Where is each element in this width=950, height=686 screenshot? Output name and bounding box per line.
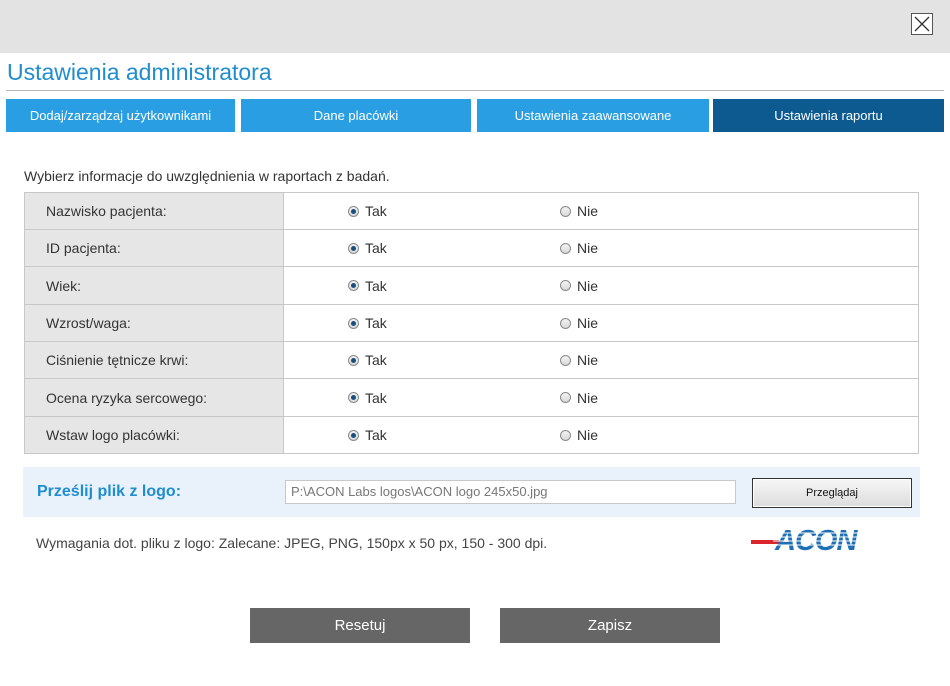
radio-no[interactable] [560,429,571,441]
option-label: Nie [577,277,599,294]
dialog-title-bar [0,0,950,53]
table-row: Wiek: Tak Nie [24,266,919,305]
option-label: Nie [577,352,599,368]
radio-no[interactable] [560,317,571,329]
field-options: Tak Nie [283,341,919,379]
option-label: Nie [577,203,599,219]
field-options: Tak Nie [283,192,919,230]
tab-facility-data[interactable]: Dane placówki [241,99,471,132]
radio-yes[interactable] [348,392,359,403]
option-no[interactable]: Nie [560,278,598,294]
table-row: Wstaw logo placówki: Tak Nie [24,416,919,454]
option-label: Tak [365,203,387,219]
table-row: ID pacjenta: Tak Nie [24,229,919,267]
field-label: Nazwisko pacjenta: [24,192,284,230]
reset-button[interactable]: Resetuj [250,608,470,643]
radio-yes[interactable] [348,205,359,217]
acon-logo: ACON [751,525,877,554]
option-label: Tak [365,277,387,294]
svg-text:ACON: ACON [774,525,858,554]
option-no[interactable]: Nie [560,315,598,331]
radio-no[interactable] [560,354,571,366]
option-label: Tak [365,240,387,256]
field-options: Tak Nie [283,416,919,454]
option-label: Nie [577,427,599,443]
logo-requirements-text: Wymagania dot. pliku z logo: Zalecane: J… [36,535,548,551]
report-intro-text: Wybierz informacje do uwzględnienia w ra… [24,168,390,184]
field-label: Ocena ryzyka sercowego: [24,378,284,417]
radio-no[interactable] [560,242,571,254]
radio-yes[interactable] [348,429,359,441]
tab-report-settings[interactable]: Ustawienia raportu [713,99,944,132]
field-label: Wiek: [24,266,284,305]
table-row: Nazwisko pacjenta: Tak Nie [24,192,919,230]
option-no[interactable]: Nie [560,352,598,368]
field-label: Wzrost/waga: [24,304,284,342]
field-label: ID pacjenta: [24,229,284,267]
option-label: Tak [365,389,387,406]
radio-yes[interactable] [348,317,359,329]
tab-bar: Dodaj/zarządzaj użytkownikami Dane placó… [6,99,944,132]
option-no[interactable]: Nie [560,240,598,256]
field-label: Ciśnienie tętnicze krwi: [24,341,284,379]
logo-upload-panel: Prześlij plik z logo: P:\ACON Labs logos… [23,467,920,517]
title-divider [6,90,944,91]
option-yes[interactable]: Tak [348,315,387,331]
radio-no[interactable] [560,392,571,403]
option-label: Tak [365,427,387,443]
option-yes[interactable]: Tak [348,278,387,294]
field-options: Tak Nie [283,266,919,305]
field-options: Tak Nie [283,378,919,417]
page-title: Ustawienia administratora [7,59,272,85]
report-fields-table: Nazwisko pacjenta: Tak Nie ID pacjenta: Tak N… [24,192,919,454]
option-yes[interactable]: Tak [348,352,387,368]
logo-upload-label: Prześlij plik z logo: [37,483,182,500]
radio-yes[interactable] [348,354,359,366]
field-options: Tak Nie [283,304,919,342]
browse-button[interactable]: Przeglądaj [752,478,912,508]
radio-no[interactable] [560,280,571,291]
option-label: Nie [577,389,599,406]
option-label: Tak [365,352,387,368]
table-row: Wzrost/waga: Tak Nie [24,304,919,342]
option-no[interactable]: Nie [560,203,598,219]
option-label: Nie [577,240,599,256]
close-button[interactable] [911,13,933,35]
option-yes[interactable]: Tak [348,390,387,406]
tab-manage-users[interactable]: Dodaj/zarządzaj użytkownikami [6,99,235,132]
radio-yes[interactable] [348,280,359,291]
option-yes[interactable]: Tak [348,203,387,219]
save-button[interactable]: Zapisz [500,608,720,643]
option-yes[interactable]: Tak [348,427,387,443]
option-no[interactable]: Nie [560,427,598,443]
option-label: Nie [577,315,599,331]
logo-file-path-field[interactable]: P:\ACON Labs logos\ACON logo 245x50.jpg [285,480,736,504]
close-icon [914,16,930,32]
option-yes[interactable]: Tak [348,240,387,256]
tab-advanced-settings[interactable]: Ustawienia zaawansowane [477,99,709,132]
field-label: Wstaw logo placówki: [24,416,284,454]
table-row: Ciśnienie tętnicze krwi: Tak Nie [24,341,919,379]
radio-yes[interactable] [348,242,359,254]
field-options: Tak Nie [283,229,919,267]
option-label: Tak [365,315,387,331]
radio-no[interactable] [560,205,571,217]
option-no[interactable]: Nie [560,390,598,406]
table-row: Ocena ryzyka sercowego: Tak Nie [24,378,919,417]
